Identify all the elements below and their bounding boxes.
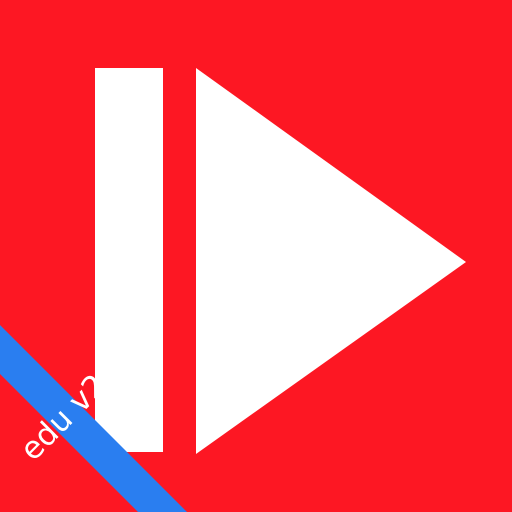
start-bar [95, 68, 163, 452]
app-icon: edu v2 [0, 0, 512, 512]
play-from-start-icon [0, 0, 512, 512]
